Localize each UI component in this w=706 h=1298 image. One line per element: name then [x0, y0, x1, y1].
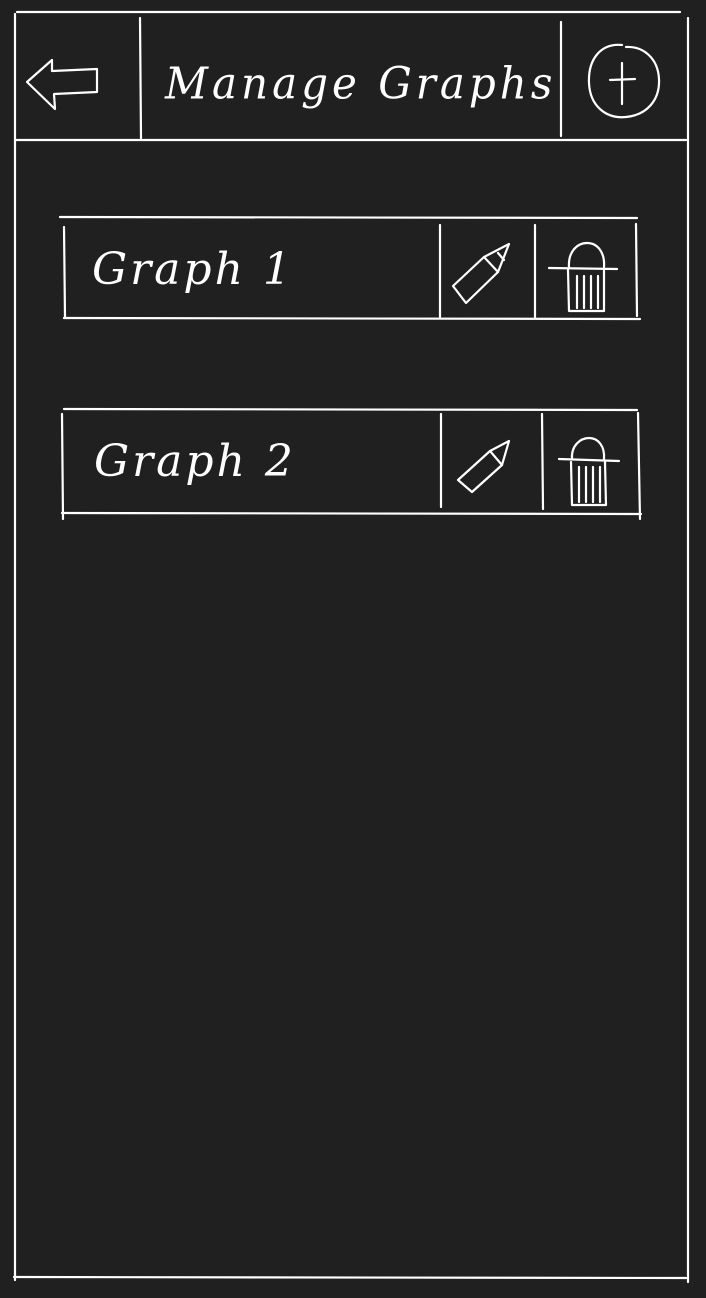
add-graph-button[interactable]	[563, 20, 686, 139]
edit-graph-button[interactable]	[442, 222, 534, 318]
frame-outline	[12, 10, 690, 1284]
back-button[interactable]	[17, 18, 139, 139]
edit-graph-button[interactable]	[443, 412, 541, 510]
delete-graph-button[interactable]	[537, 222, 635, 318]
graph-row-label[interactable]: Graph 1	[92, 240, 294, 300]
graph-row-label[interactable]: Graph 2	[94, 432, 296, 492]
page-title: Manage Graphs	[165, 57, 557, 110]
delete-graph-button[interactable]	[544, 412, 637, 510]
